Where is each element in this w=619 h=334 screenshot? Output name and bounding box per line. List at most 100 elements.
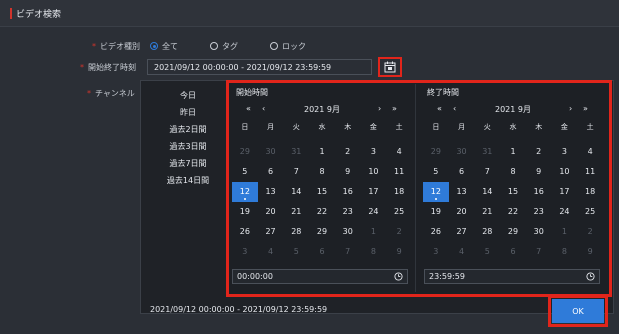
start-time-input[interactable]: 00:00:00 (232, 269, 408, 284)
day-cell[interactable]: 30 (526, 222, 552, 242)
day-cell[interactable]: 3 (552, 142, 578, 162)
day-cell[interactable]: 4 (577, 142, 603, 162)
quick-range-2days[interactable]: 過去2日間 (145, 121, 231, 138)
day-cell[interactable]: 23 (335, 202, 361, 222)
day-cell[interactable]: 30 (258, 142, 284, 162)
day-cell[interactable]: 7 (283, 162, 309, 182)
quick-range-today[interactable]: 今日 (145, 87, 231, 104)
day-cell-selected[interactable]: 12 (232, 182, 258, 202)
day-cell[interactable]: 5 (474, 242, 500, 262)
day-cell[interactable]: 9 (577, 242, 603, 262)
day-cell[interactable]: 30 (449, 142, 475, 162)
day-cell[interactable]: 4 (449, 242, 475, 262)
day-cell[interactable]: 6 (500, 242, 526, 262)
clock-icon[interactable] (586, 272, 595, 281)
day-cell[interactable]: 3 (423, 242, 449, 262)
quick-range-yesterday[interactable]: 昨日 (145, 104, 231, 121)
quick-range-3days[interactable]: 過去3日間 (145, 138, 231, 155)
radio-lock[interactable]: ロック (270, 41, 306, 52)
time-range-field[interactable]: 2021/09/12 00:00:00 - 2021/09/12 23:59:5… (147, 59, 372, 75)
day-cell[interactable]: 21 (474, 202, 500, 222)
next-year-icon[interactable]: » (392, 104, 397, 113)
day-cell[interactable]: 11 (577, 162, 603, 182)
day-cell[interactable]: 26 (423, 222, 449, 242)
day-cell-selected[interactable]: 12 (423, 182, 449, 202)
day-cell[interactable]: 3 (232, 242, 258, 262)
day-cell[interactable]: 3 (361, 142, 387, 162)
day-cell[interactable]: 15 (500, 182, 526, 202)
day-cell[interactable]: 14 (283, 182, 309, 202)
end-time-input[interactable]: 23:59:59 (424, 269, 600, 284)
day-cell[interactable]: 19 (232, 202, 258, 222)
day-cell[interactable]: 6 (258, 162, 284, 182)
calendar-button[interactable] (378, 57, 402, 77)
day-cell[interactable]: 10 (552, 162, 578, 182)
radio-all[interactable]: 全て (150, 41, 178, 52)
day-cell[interactable]: 2 (386, 222, 412, 242)
quick-range-14days[interactable]: 過去14日間 (145, 172, 231, 189)
day-cell[interactable]: 1 (309, 142, 335, 162)
day-cell[interactable]: 5 (283, 242, 309, 262)
prev-month-icon[interactable]: ‹ (453, 104, 456, 113)
day-cell[interactable]: 31 (474, 142, 500, 162)
day-cell[interactable]: 8 (552, 242, 578, 262)
quick-range-7days[interactable]: 過去7日間 (145, 155, 231, 172)
day-cell[interactable]: 2 (577, 222, 603, 242)
day-cell[interactable]: 11 (386, 162, 412, 182)
day-cell[interactable]: 24 (552, 202, 578, 222)
day-cell[interactable]: 2 (335, 142, 361, 162)
day-cell[interactable]: 28 (474, 222, 500, 242)
day-cell[interactable]: 1 (552, 222, 578, 242)
prev-year-icon[interactable]: « (437, 104, 442, 113)
day-cell[interactable]: 14 (474, 182, 500, 202)
day-cell[interactable]: 22 (309, 202, 335, 222)
next-month-icon[interactable]: › (569, 104, 572, 113)
day-cell[interactable]: 29 (500, 222, 526, 242)
day-cell[interactable]: 27 (258, 222, 284, 242)
next-month-icon[interactable]: › (378, 104, 381, 113)
day-cell[interactable]: 9 (335, 162, 361, 182)
clock-icon[interactable] (394, 272, 403, 281)
day-cell[interactable]: 25 (577, 202, 603, 222)
day-cell[interactable]: 18 (577, 182, 603, 202)
day-cell[interactable]: 10 (361, 162, 387, 182)
day-cell[interactable]: 2 (526, 142, 552, 162)
day-cell[interactable]: 4 (386, 142, 412, 162)
day-cell[interactable]: 21 (283, 202, 309, 222)
day-cell[interactable]: 6 (309, 242, 335, 262)
day-cell[interactable]: 9 (526, 162, 552, 182)
day-cell[interactable]: 7 (526, 242, 552, 262)
day-cell[interactable]: 23 (526, 202, 552, 222)
day-cell[interactable]: 9 (386, 242, 412, 262)
day-cell[interactable]: 8 (309, 162, 335, 182)
day-cell[interactable]: 5 (423, 162, 449, 182)
day-cell[interactable]: 8 (361, 242, 387, 262)
prev-year-icon[interactable]: « (246, 104, 251, 113)
day-cell[interactable]: 25 (386, 202, 412, 222)
radio-tag[interactable]: タグ (210, 41, 238, 52)
prev-month-icon[interactable]: ‹ (262, 104, 265, 113)
day-cell[interactable]: 7 (335, 242, 361, 262)
day-cell[interactable]: 13 (449, 182, 475, 202)
day-cell[interactable]: 16 (526, 182, 552, 202)
day-cell[interactable]: 28 (283, 222, 309, 242)
day-cell[interactable]: 24 (361, 202, 387, 222)
day-cell[interactable]: 1 (361, 222, 387, 242)
day-cell[interactable]: 16 (335, 182, 361, 202)
day-cell[interactable]: 5 (232, 162, 258, 182)
day-cell[interactable]: 7 (474, 162, 500, 182)
day-cell[interactable]: 27 (449, 222, 475, 242)
day-cell[interactable]: 31 (283, 142, 309, 162)
day-cell[interactable]: 6 (449, 162, 475, 182)
day-cell[interactable]: 29 (423, 142, 449, 162)
day-cell[interactable]: 4 (258, 242, 284, 262)
day-cell[interactable]: 15 (309, 182, 335, 202)
next-year-icon[interactable]: » (583, 104, 588, 113)
ok-button[interactable]: OK (552, 299, 604, 323)
day-cell[interactable]: 17 (361, 182, 387, 202)
day-cell[interactable]: 18 (386, 182, 412, 202)
day-cell[interactable]: 30 (335, 222, 361, 242)
day-cell[interactable]: 13 (258, 182, 284, 202)
day-cell[interactable]: 1 (500, 142, 526, 162)
day-cell[interactable]: 20 (258, 202, 284, 222)
